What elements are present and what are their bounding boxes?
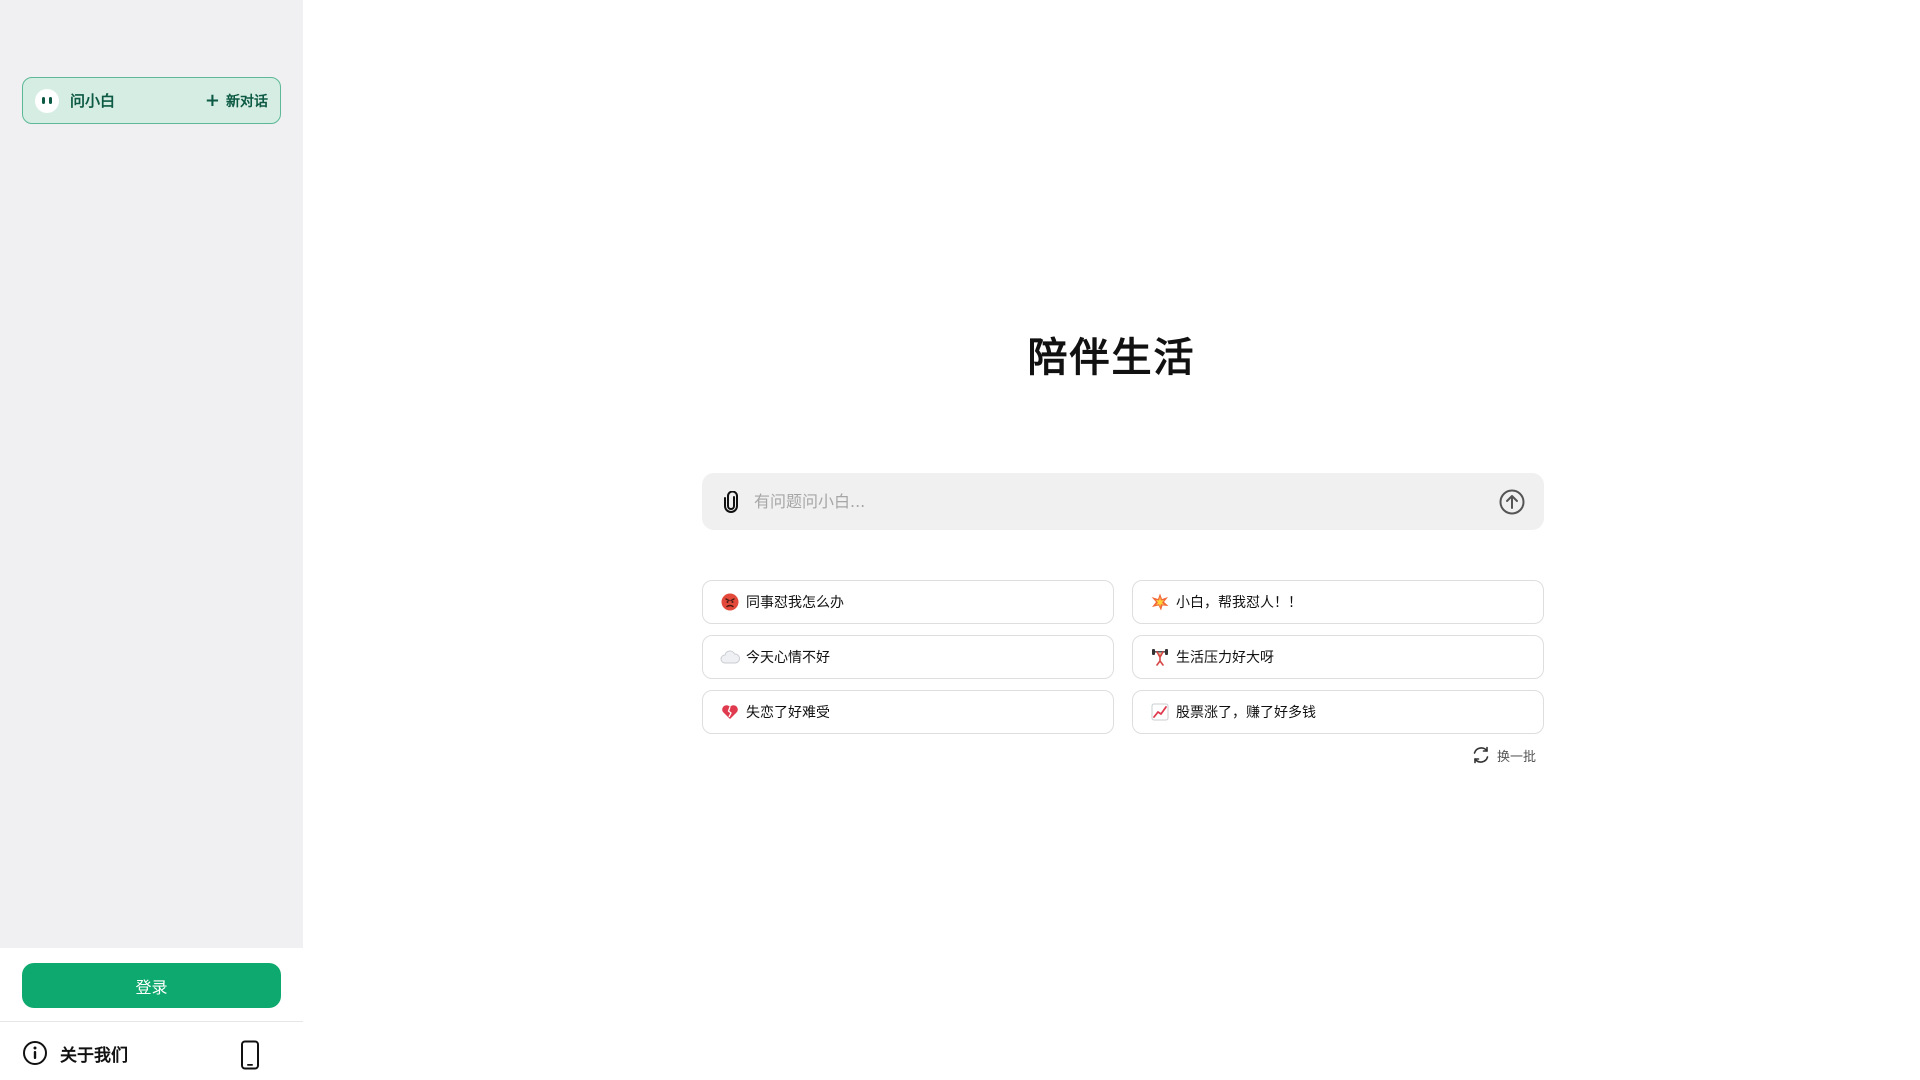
paperclip-icon[interactable] <box>720 490 742 513</box>
sidebar-footer: 登录 关于我们 <box>0 948 303 1080</box>
brand-name: 问小白 <box>70 92 116 110</box>
refresh-button[interactable]: 换一批 <box>1471 745 1536 765</box>
suggestion-label: 生活压力好大呀 <box>1176 650 1274 666</box>
suggestion-label: 小白，帮我怼人！！ <box>1176 595 1302 611</box>
divider <box>0 1021 303 1022</box>
new-chat-button[interactable]: + 新对话 <box>205 91 268 111</box>
robot-avatar-icon <box>35 88 59 113</box>
main-area: 陪伴生活 同事怼我怎么办 <box>303 0 1920 1080</box>
suggestion-item[interactable]: 小白，帮我怼人！！ <box>1132 580 1544 624</box>
suggestion-label: 今天心情不好 <box>746 650 830 666</box>
angry-face-icon <box>720 592 740 612</box>
suggestion-item[interactable]: 失恋了好难受 <box>702 690 1114 734</box>
sidebar: 问小白 + 新对话 登录 关于我们 <box>0 0 303 1080</box>
plus-icon: + <box>204 89 220 111</box>
mobile-phone-icon[interactable] <box>240 1040 260 1070</box>
login-button[interactable]: 登录 <box>22 963 281 1008</box>
chat-input[interactable] <box>754 492 1498 511</box>
suggestion-item[interactable]: 生活压力好大呀 <box>1132 635 1544 679</box>
suggestion-item[interactable]: 同事怼我怎么办 <box>702 580 1114 624</box>
about-us-label: 关于我们 <box>60 1045 128 1066</box>
send-arrow-icon[interactable] <box>1498 488 1526 516</box>
chart-increasing-icon <box>1150 702 1170 722</box>
suggestion-label: 同事怼我怎么办 <box>746 595 844 611</box>
new-chat-label: 新对话 <box>226 93 268 110</box>
suggestion-label: 股票涨了，赚了好多钱 <box>1176 705 1316 721</box>
chat-input-box <box>702 473 1544 530</box>
refresh-icon <box>1473 746 1489 764</box>
suggestion-label: 失恋了好难受 <box>746 705 830 721</box>
collision-icon <box>1150 592 1170 612</box>
info-icon <box>23 1041 47 1065</box>
brand-bar: 问小白 + 新对话 <box>22 77 281 124</box>
cloud-icon <box>720 647 740 667</box>
broken-heart-icon <box>720 702 740 722</box>
suggestion-grid: 同事怼我怎么办 小白，帮我怼人！！ 今天心情不好 生活压力好大呀 失恋了好难受 … <box>702 580 1544 734</box>
app-window: 问小白 + 新对话 登录 关于我们 陪伴生活 有问题问小白... 同事怼我怎么办… <box>0 0 1920 1080</box>
weightlifting-icon <box>1150 647 1170 667</box>
suggestion-item[interactable]: 今天心情不好 <box>702 635 1114 679</box>
page-title: 陪伴生活 <box>1027 335 1196 381</box>
refresh-label: 换一批 <box>1497 749 1537 765</box>
about-us-link[interactable]: 关于我们 <box>22 1040 128 1066</box>
suggestion-item[interactable]: 股票涨了，赚了好多钱 <box>1132 690 1544 734</box>
